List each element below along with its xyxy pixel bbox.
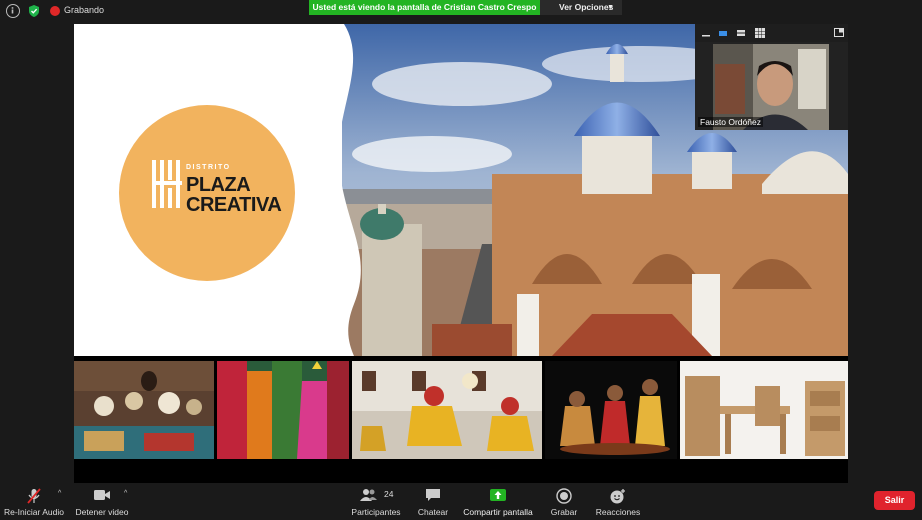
video-options-caret[interactable]: ^ [124, 490, 127, 497]
participants-label: Participantes [351, 507, 401, 517]
shield-icon[interactable] [27, 4, 41, 18]
photo-textiles [217, 361, 349, 459]
participants-button[interactable]: 24 Participantes [348, 484, 404, 520]
photo-artisan-jewelry [74, 361, 214, 459]
view-options-button[interactable]: Ver Opciones ▼ [540, 0, 622, 15]
record-button[interactable]: Grabar [546, 484, 582, 520]
reactions-button[interactable]: Reacciones [594, 484, 642, 520]
record-label: Grabar [550, 507, 578, 517]
participants-icon [360, 489, 378, 501]
reactions-label: Reacciones [595, 507, 641, 517]
pop-out-icon[interactable] [834, 28, 844, 37]
video-camera-icon [94, 490, 110, 500]
recording-label: Grabando [64, 5, 105, 15]
chevron-down-icon: ▼ [607, 4, 614, 11]
view-options-label: Ver Opciones [559, 2, 614, 12]
emoji-add-icon [610, 489, 625, 504]
screen-share-banner: Usted está viendo la pantalla de Cristia… [309, 0, 540, 15]
video-panel-toolbar [695, 24, 848, 42]
unmute-audio-label: Re-Iniciar Audio [3, 507, 64, 517]
photo-puppets [545, 361, 677, 459]
minimize-icon[interactable] [701, 29, 711, 37]
logo-mark-icon [152, 160, 182, 208]
wave-divider [314, 24, 361, 356]
participant-name: Fausto Ordóñez [698, 117, 763, 127]
gallery-view-icon[interactable] [755, 28, 765, 38]
chat-button[interactable]: Chatear [412, 484, 454, 520]
top-bar: Grabando Usted está viendo la pantalla d… [0, 0, 922, 22]
stop-video-label: Detener video [75, 507, 129, 517]
info-icon[interactable] [6, 4, 20, 18]
speaker-view-icon[interactable] [736, 29, 746, 37]
stop-video-button[interactable]: Detener video [72, 484, 132, 520]
share-screen-icon [490, 489, 506, 501]
meeting-toolbar: Re-Iniciar Audio ^ Detener video ^ 24 Pa… [0, 484, 922, 520]
photo-cardboard-furniture [680, 361, 848, 459]
logo-small-text: DISTRITO [186, 164, 231, 171]
participant-video-panel[interactable]: Fausto Ordóñez [695, 24, 848, 130]
record-icon [556, 488, 572, 504]
audio-options-caret[interactable]: ^ [58, 490, 61, 497]
photo-strip [74, 361, 848, 459]
participants-count: 24 [384, 489, 394, 499]
brand-logo: DISTRITO PLAZA CREATIVA [119, 105, 295, 281]
logo-title-line2: CREATIVA [186, 194, 282, 216]
single-view-icon[interactable] [718, 29, 728, 37]
photo-dancers [352, 361, 542, 459]
share-screen-button[interactable]: Compartir pantalla [462, 484, 534, 520]
chat-bubble-icon [426, 489, 440, 501]
recording-icon [50, 6, 60, 16]
leave-meeting-button[interactable]: Salir [874, 491, 915, 510]
microphone-muted-icon [27, 488, 41, 504]
chat-label: Chatear [417, 507, 449, 517]
share-screen-label: Compartir pantalla [463, 507, 533, 517]
